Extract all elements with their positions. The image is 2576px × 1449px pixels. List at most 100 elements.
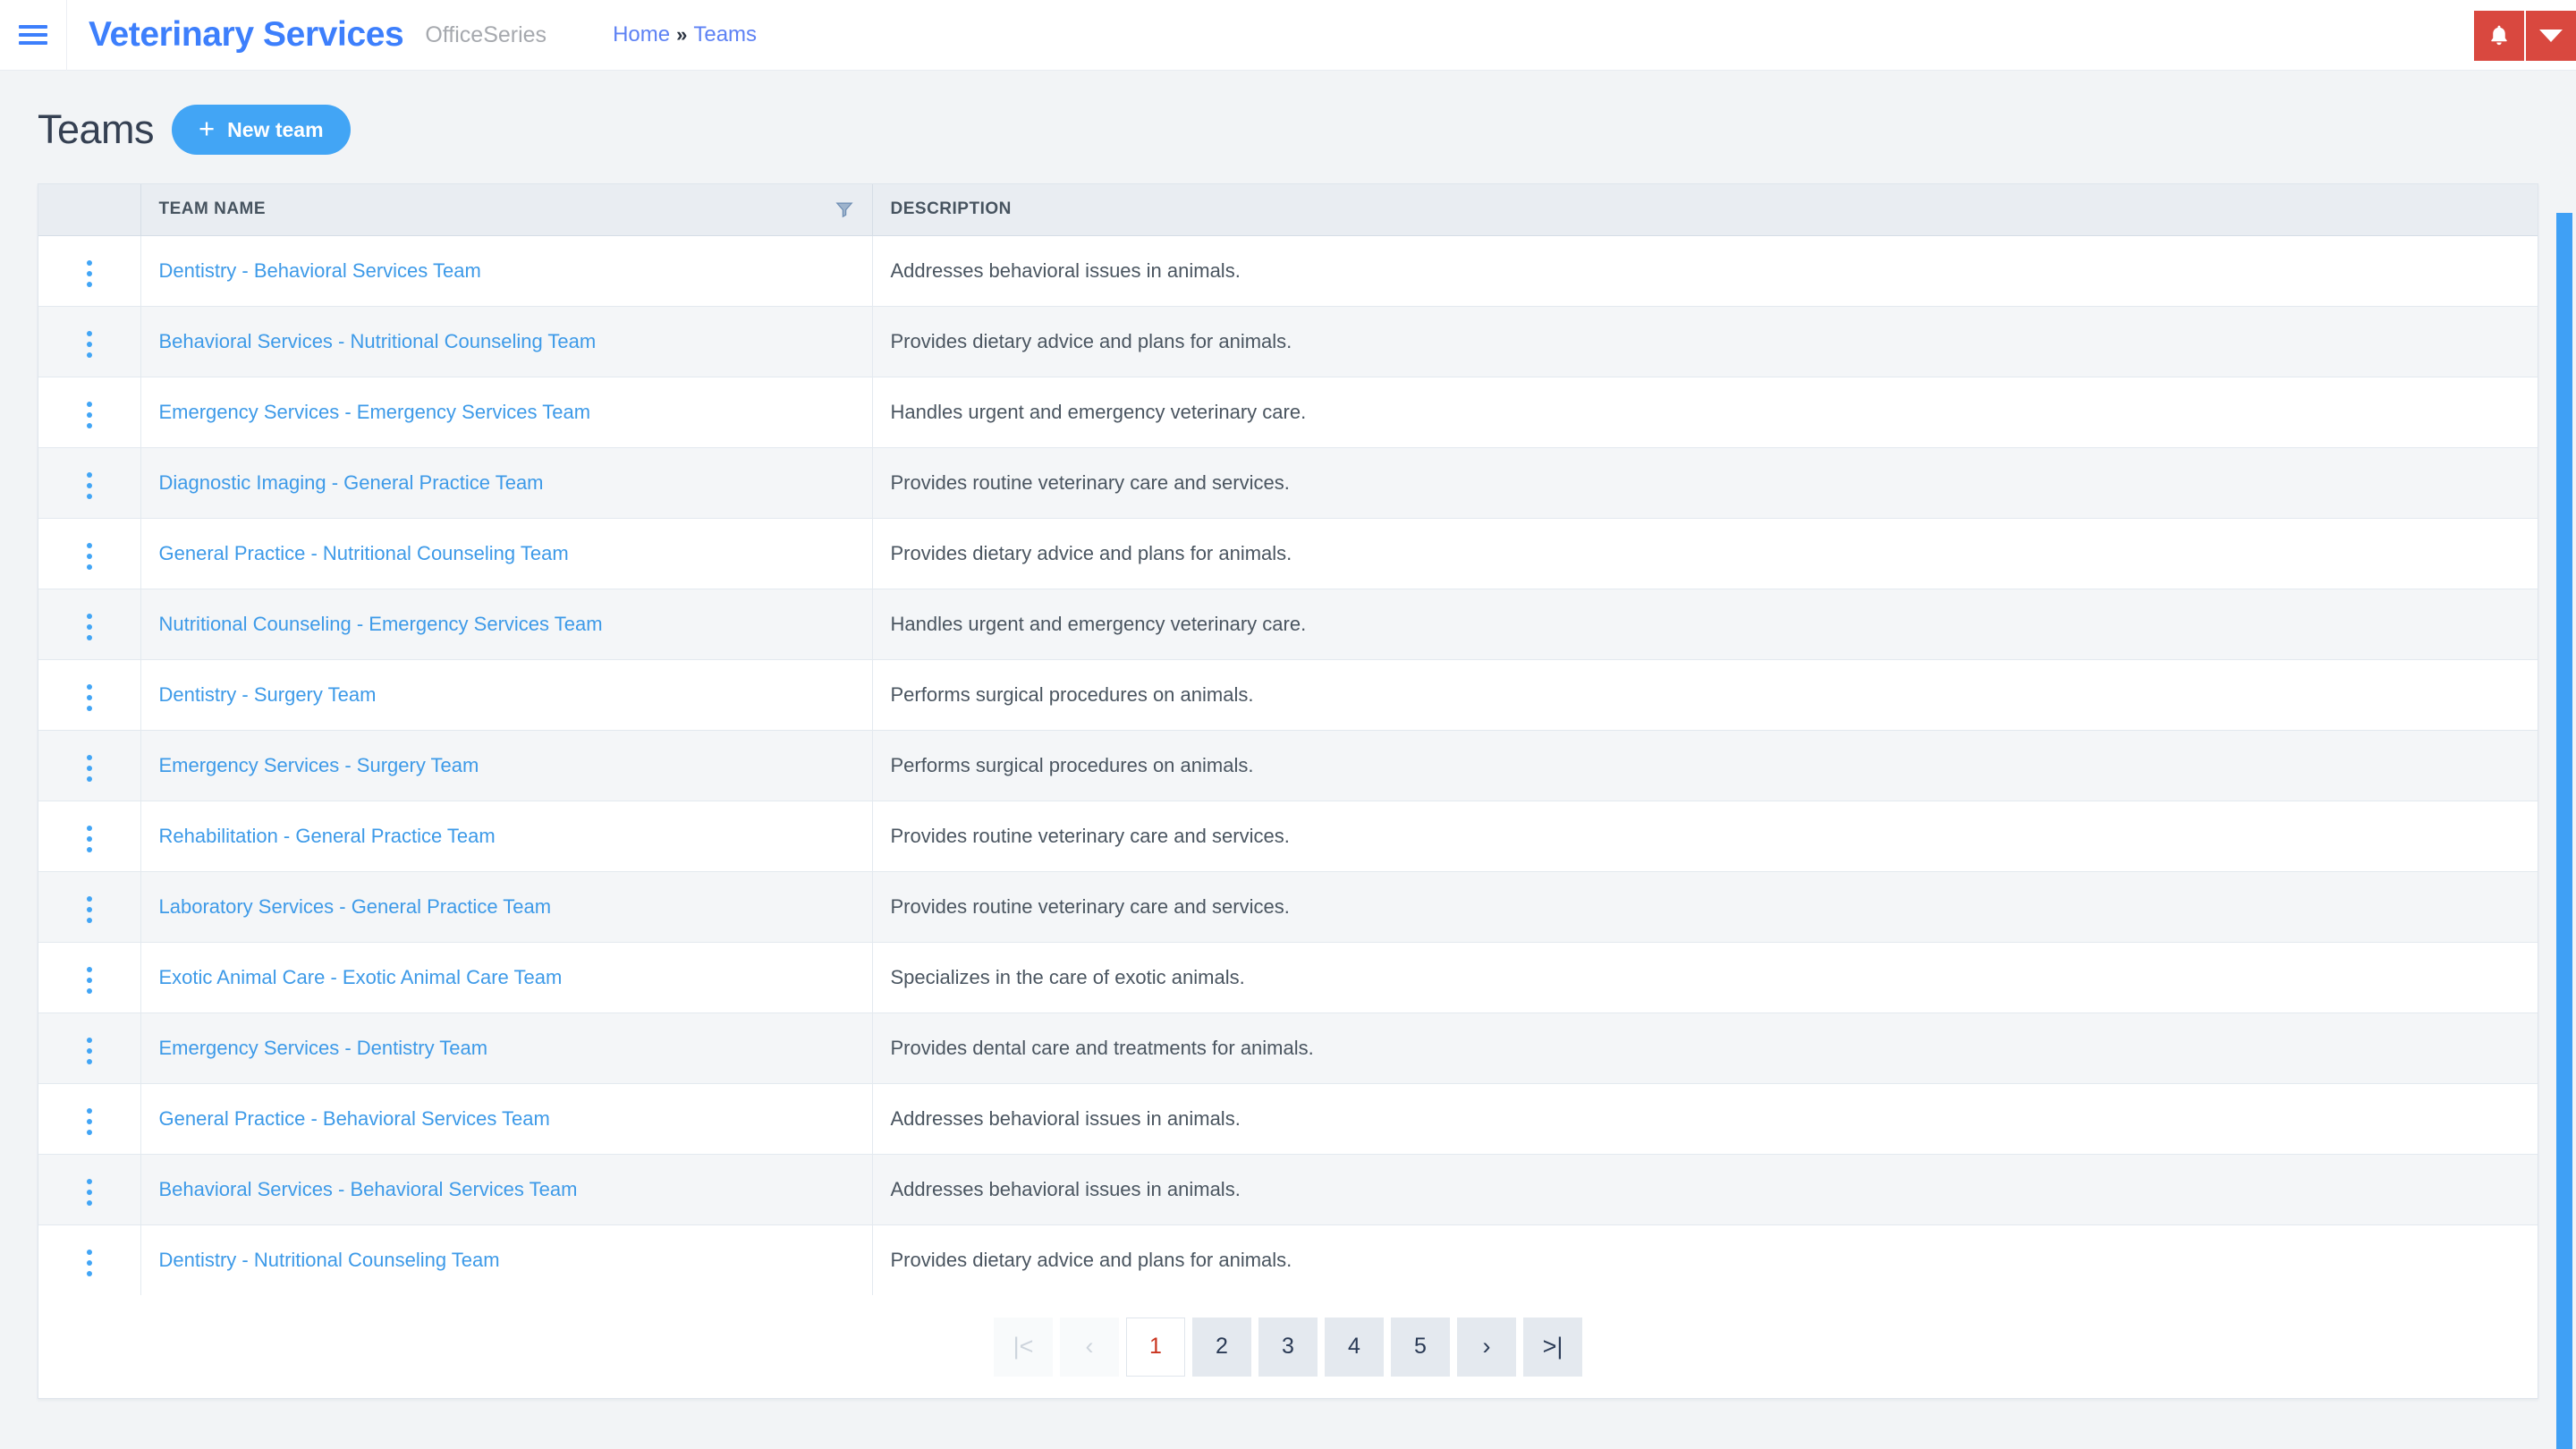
- plus-icon: +: [199, 112, 216, 144]
- kebab-menu-icon[interactable]: [74, 253, 105, 294]
- team-name-link[interactable]: Laboratory Services - General Practice T…: [159, 895, 552, 918]
- table-row: Behavioral Services - Behavioral Service…: [38, 1154, 2538, 1225]
- team-name-link[interactable]: General Practice - Behavioral Services T…: [159, 1107, 550, 1130]
- table-row: Exotic Animal Care - Exotic Animal Care …: [38, 942, 2538, 1013]
- row-actions-cell: [38, 306, 141, 377]
- breadcrumb-current-page[interactable]: Teams: [693, 22, 757, 47]
- kebab-menu-icon[interactable]: [74, 677, 105, 718]
- team-name-link[interactable]: Exotic Animal Care - Exotic Animal Care …: [159, 966, 563, 988]
- row-actions-cell: [38, 235, 141, 307]
- column-header-actions: [38, 184, 141, 236]
- teams-table-card: TEAM NAME DESCRIPTION Dentistry - Behavi…: [38, 183, 2538, 1399]
- user-dropdown-button[interactable]: [2526, 11, 2576, 61]
- team-name-link[interactable]: Nutritional Counseling - Emergency Servi…: [159, 613, 603, 635]
- pagination: |< ‹ 12345 › >|: [38, 1295, 2538, 1398]
- team-name-link[interactable]: Emergency Services - Dentistry Team: [159, 1037, 488, 1059]
- team-name-link[interactable]: Behavioral Services - Behavioral Service…: [159, 1178, 578, 1200]
- kebab-menu-icon[interactable]: [74, 324, 105, 365]
- app-brand-title: Veterinary Services: [89, 15, 404, 54]
- row-description-cell: Addresses behavioral issues in animals.: [872, 1083, 2538, 1155]
- pagination-prev-label: ‹: [1085, 1333, 1094, 1360]
- breadcrumb-home-link[interactable]: Home: [613, 22, 670, 47]
- page-scrollbar-track[interactable]: [2553, 141, 2576, 1449]
- row-description-cell: Provides dental care and treatments for …: [872, 1013, 2538, 1084]
- page-scrollbar-thumb[interactable]: [2556, 213, 2572, 1449]
- pagination-last-button[interactable]: >|: [1523, 1317, 1582, 1377]
- column-header-description[interactable]: DESCRIPTION: [872, 184, 2538, 236]
- breadcrumb-separator-icon: »: [676, 23, 688, 46]
- row-description-cell: Provides dietary advice and plans for an…: [872, 306, 2538, 377]
- row-actions-cell: [38, 871, 141, 943]
- row-team-name-cell: Nutritional Counseling - Emergency Servi…: [140, 589, 873, 660]
- row-description-cell: Handles urgent and emergency veterinary …: [872, 589, 2538, 660]
- table-row: Emergency Services - Surgery Team Perform…: [38, 730, 2538, 801]
- table-row: Behavioral Services - Nutritional Counse…: [38, 306, 2538, 377]
- teams-table-head: TEAM NAME DESCRIPTION: [38, 184, 2538, 236]
- team-name-link[interactable]: Dentistry - Surgery Team: [159, 683, 377, 706]
- row-description-cell: Performs surgical procedures on animals.: [872, 730, 2538, 801]
- row-actions-cell: [38, 942, 141, 1013]
- row-team-name-cell: Behavioral Services - Behavioral Service…: [140, 1154, 873, 1225]
- pagination-page-3[interactable]: 3: [1258, 1317, 1318, 1377]
- pagination-first-button[interactable]: |<: [994, 1317, 1053, 1377]
- team-name-link[interactable]: Diagnostic Imaging - General Practice Te…: [159, 471, 544, 494]
- table-row: General Practice - Nutritional Counselin…: [38, 518, 2538, 589]
- kebab-menu-icon[interactable]: [74, 960, 105, 1001]
- row-team-name-cell: Dentistry - Nutritional Counseling Team: [140, 1224, 873, 1295]
- kebab-menu-icon[interactable]: [74, 1101, 105, 1142]
- top-navbar: Veterinary Services OfficeSeries Home » …: [0, 0, 2576, 71]
- pagination-prev-button[interactable]: ‹: [1060, 1317, 1119, 1377]
- row-description-cell: Specializes in the care of exotic animal…: [872, 942, 2538, 1013]
- app-brand-subtitle: OfficeSeries: [425, 21, 547, 47]
- row-team-name-cell: Emergency Services - Surgery Team: [140, 730, 873, 801]
- team-name-link[interactable]: General Practice - Nutritional Counselin…: [159, 542, 569, 564]
- kebab-menu-icon[interactable]: [74, 818, 105, 860]
- pagination-page-5[interactable]: 5: [1391, 1317, 1450, 1377]
- kebab-menu-icon[interactable]: [74, 889, 105, 930]
- team-name-link[interactable]: Emergency Services - Surgery Team: [159, 754, 479, 776]
- new-team-button[interactable]: + New team: [172, 105, 351, 155]
- kebab-menu-icon[interactable]: [74, 1242, 105, 1284]
- team-name-link[interactable]: Rehabilitation - General Practice Team: [159, 825, 496, 847]
- team-name-link[interactable]: Emergency Services - Emergency Services …: [159, 401, 591, 423]
- table-row: Emergency Services - Emergency Services …: [38, 377, 2538, 448]
- table-row: Rehabilitation - General Practice Team Pr…: [38, 801, 2538, 872]
- team-name-link[interactable]: Dentistry - Nutritional Counseling Team: [159, 1249, 500, 1271]
- teams-table-body: Dentistry - Behavioral Services Team Addr…: [38, 235, 2538, 1295]
- kebab-menu-icon[interactable]: [74, 606, 105, 648]
- table-row: Dentistry - Nutritional Counseling Team P…: [38, 1224, 2538, 1295]
- pagination-first-label: |<: [1013, 1333, 1034, 1360]
- row-description-cell: Provides routine veterinary care and ser…: [872, 871, 2538, 943]
- pagination-page-4[interactable]: 4: [1325, 1317, 1384, 1377]
- pagination-page-1[interactable]: 1: [1126, 1317, 1185, 1377]
- hamburger-menu-button[interactable]: [0, 0, 66, 71]
- hamburger-icon: [19, 21, 47, 49]
- new-team-button-label: New team: [227, 117, 324, 141]
- pagination-page-2[interactable]: 2: [1192, 1317, 1251, 1377]
- team-name-link[interactable]: Behavioral Services - Nutritional Counse…: [159, 330, 597, 352]
- row-actions-cell: [38, 1083, 141, 1155]
- row-actions-cell: [38, 447, 141, 519]
- row-description-cell: Handles urgent and emergency veterinary …: [872, 377, 2538, 448]
- row-team-name-cell: Laboratory Services - General Practice T…: [140, 871, 873, 943]
- column-header-team-name[interactable]: TEAM NAME: [140, 184, 873, 236]
- table-row: Laboratory Services - General Practice T…: [38, 871, 2538, 943]
- row-actions-cell: [38, 1224, 141, 1295]
- notifications-button[interactable]: [2474, 11, 2524, 61]
- navbar-divider: [66, 0, 67, 71]
- row-team-name-cell: Rehabilitation - General Practice Team: [140, 801, 873, 872]
- kebab-menu-icon[interactable]: [74, 1172, 105, 1213]
- filter-icon[interactable]: [835, 199, 854, 219]
- team-name-link[interactable]: Dentistry - Behavioral Services Team: [159, 259, 481, 282]
- page-title: Teams: [38, 106, 155, 152]
- kebab-menu-icon[interactable]: [74, 748, 105, 789]
- kebab-menu-icon[interactable]: [74, 465, 105, 506]
- kebab-menu-icon[interactable]: [74, 394, 105, 436]
- kebab-menu-icon[interactable]: [74, 1030, 105, 1072]
- table-header-row: TEAM NAME DESCRIPTION: [38, 184, 2538, 236]
- kebab-menu-icon[interactable]: [74, 536, 105, 577]
- column-header-team-name-label: TEAM NAME: [158, 199, 267, 219]
- row-team-name-cell: Diagnostic Imaging - General Practice Te…: [140, 447, 873, 519]
- pagination-next-button[interactable]: ›: [1457, 1317, 1516, 1377]
- row-team-name-cell: Emergency Services - Emergency Services …: [140, 377, 873, 448]
